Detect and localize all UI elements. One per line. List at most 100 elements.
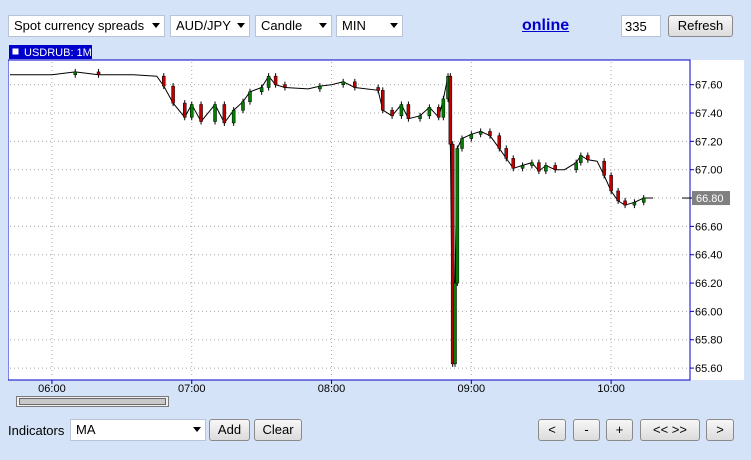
candle-body: [497, 135, 502, 149]
candle-body: [520, 165, 525, 169]
x-tick-label: 06:00: [38, 383, 66, 395]
candle-body: [460, 138, 464, 149]
last-price-label: 66.80: [696, 193, 724, 205]
indicators-label: Indicators: [8, 423, 65, 438]
candle-body: [222, 104, 227, 124]
y-tick-label: 66.60: [695, 221, 723, 233]
candle-body: [73, 71, 77, 76]
candle-body: [427, 107, 432, 117]
add-indicator-button[interactable]: Add: [209, 419, 250, 441]
fit-view-button[interactable]: << >>: [640, 419, 700, 441]
y-tick-label: 67.00: [695, 165, 723, 177]
chart-plot-background: [8, 59, 691, 381]
symbol-select-value: AUD/JPY: [176, 18, 231, 33]
candle-body: [511, 158, 516, 169]
scroll-left-button[interactable]: <: [538, 419, 566, 441]
candle-body: [406, 104, 411, 119]
y-tick-label: 67.40: [695, 108, 723, 120]
candle-body: [602, 160, 606, 176]
candle-body: [632, 202, 637, 206]
candle-body: [504, 148, 509, 159]
refresh-button[interactable]: Refresh: [668, 15, 733, 37]
candle-body: [609, 175, 613, 192]
market-select-value: Spot currency spreads: [14, 18, 145, 33]
candle-body: [530, 162, 534, 166]
chart-style-select-value: Candle: [261, 18, 303, 33]
candle-body: [266, 75, 271, 88]
candle-body: [162, 75, 166, 87]
chart-scrollbar-thumb[interactable]: [19, 398, 166, 405]
candle-body: [623, 200, 627, 206]
candle-body: [418, 115, 422, 119]
chevron-down-icon: [237, 23, 245, 28]
chevron-down-icon: [390, 23, 398, 28]
x-tick-label: 09:00: [458, 383, 486, 395]
x-tick-label: 08:00: [318, 383, 346, 395]
symbol-select[interactable]: AUD/JPY: [170, 15, 250, 37]
x-axis: 06:00 07:00 08:00 09:00 10:00: [38, 380, 625, 395]
y-tick-label: 67.20: [695, 136, 723, 148]
candle-body: [189, 104, 194, 118]
y-tick-label: 66.00: [695, 306, 723, 318]
x-tick-label: 07:00: [178, 383, 206, 395]
scroll-right-button[interactable]: >: [706, 419, 734, 441]
chart-title-marker: [11, 47, 20, 56]
chevron-down-icon: [319, 23, 327, 28]
candle-body: [259, 87, 264, 93]
y-tick-label: 67.60: [695, 80, 723, 92]
timeframe-select-value: MIN: [342, 18, 366, 33]
price-chart[interactable]: 67.60 67.40 67.20 67.00 66.80 66.60 66.40 66.20…: [8, 44, 744, 410]
candle-body: [241, 101, 245, 111]
candle-body: [574, 162, 578, 170]
candle-body: [436, 107, 441, 118]
candle-body: [182, 102, 187, 118]
candle-body: [390, 109, 394, 117]
candle-body: [376, 87, 380, 91]
y-tick-label: 65.60: [695, 363, 723, 375]
chevron-down-icon: [193, 427, 201, 432]
candle-body: [469, 134, 474, 139]
candle-body: [171, 85, 175, 104]
candle-body: [544, 165, 548, 172]
candle-body: [213, 104, 217, 122]
chart-scrollbar[interactable]: [16, 396, 169, 407]
candle-body: [273, 75, 278, 85]
y-tick-label: 65.80: [695, 335, 723, 347]
candle-body: [341, 81, 345, 85]
chart-style-select[interactable]: Candle: [255, 15, 332, 37]
zoom-out-button[interactable]: -: [573, 419, 600, 441]
timeframe-select[interactable]: MIN: [336, 15, 403, 37]
period-input[interactable]: 335: [621, 15, 661, 37]
market-select[interactable]: Spot currency spreads: [8, 15, 165, 37]
candle-body: [231, 109, 236, 124]
chart-canvas: 67.60 67.40 67.20 67.00 66.80 66.60 66.40 66.20…: [8, 45, 744, 395]
candle-body: [441, 98, 446, 118]
candle-body: [248, 91, 252, 102]
candle-body: [586, 155, 590, 161]
candle-body: [96, 71, 101, 76]
y-tick-label: 66.40: [695, 250, 723, 262]
candle-body: [616, 190, 620, 202]
x-tick-label: 10:00: [597, 383, 625, 395]
online-link[interactable]: online: [522, 17, 569, 35]
candle-body: [199, 104, 203, 122]
candle-body: [641, 197, 646, 203]
y-tick-label: 66.20: [695, 278, 723, 290]
candle-body: [353, 81, 357, 88]
candle-body: [537, 162, 541, 172]
candle-body: [283, 84, 287, 88]
candle-body: [488, 131, 492, 136]
indicator-select-value: MA: [76, 422, 96, 437]
candle-body: [455, 148, 460, 284]
candle-body: [478, 131, 483, 135]
indicator-select[interactable]: MA: [70, 419, 206, 441]
candle-body: [318, 85, 322, 90]
clear-indicators-button[interactable]: Clear: [254, 419, 302, 441]
chevron-down-icon: [152, 23, 160, 28]
candle-body: [448, 75, 453, 145]
candle-body: [579, 155, 583, 163]
candle-body: [453, 282, 457, 365]
chart-title: USDRUB: 1M: [24, 47, 92, 59]
candle-body: [381, 90, 385, 111]
zoom-in-button[interactable]: +: [606, 419, 633, 441]
